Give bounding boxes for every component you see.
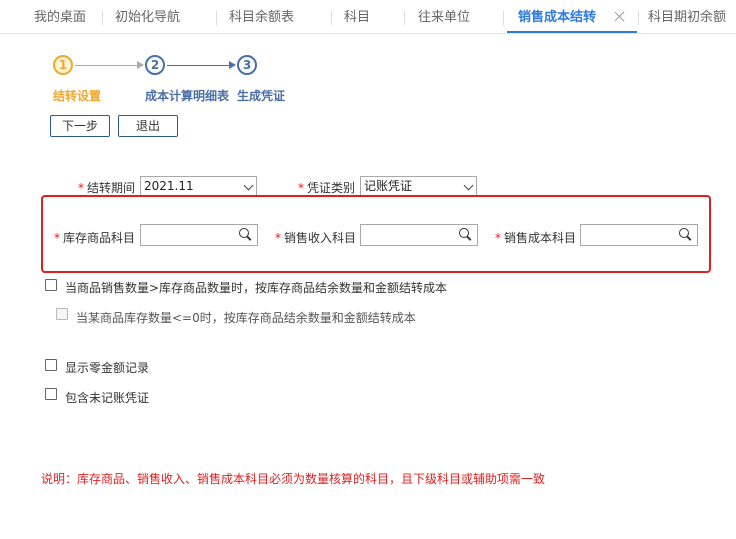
tab-account-balance[interactable]: 科目余额表 xyxy=(229,0,294,34)
sales-cost-account-input[interactable] xyxy=(580,224,698,246)
tab-sales-cost-carryover[interactable]: 销售成本结转 xyxy=(518,0,596,34)
tab-init-guide[interactable]: 初始化导航 xyxy=(115,0,180,34)
tab-divider xyxy=(102,11,103,25)
option-checkbox-oversold[interactable] xyxy=(45,279,57,291)
required-mark: * xyxy=(54,231,60,245)
step-connector xyxy=(75,65,137,66)
option-checkbox-show-zero[interactable] xyxy=(45,359,57,371)
active-tab-indicator xyxy=(507,31,637,33)
voucher-type-label-text: 凭证类别 xyxy=(307,181,356,195)
arrow-right-icon xyxy=(137,61,144,69)
period-value: 2021.11 xyxy=(144,179,194,193)
step-2-indicator: 2 xyxy=(145,55,165,75)
tab-accounts[interactable]: 科目 xyxy=(344,0,370,34)
search-icon[interactable] xyxy=(239,228,252,241)
next-step-button[interactable]: 下一步 xyxy=(50,115,110,137)
sales-income-account-input[interactable] xyxy=(360,224,478,246)
close-tab-icon[interactable] xyxy=(612,8,628,26)
option-checkbox-zero-stock[interactable] xyxy=(56,308,68,320)
tab-bar: 我的桌面 初始化导航 科目余额表 科目 往来单位 销售成本结转 科目期初余额 xyxy=(0,0,736,34)
sales-cost-account-label: * 销售成本科目 xyxy=(495,229,576,246)
step-1-indicator: 1 xyxy=(53,55,73,75)
option-label-include-unposted: 包含未记账凭证 xyxy=(65,391,150,405)
option-label-show-zero: 显示零金额记录 xyxy=(65,361,150,375)
tab-counterparties[interactable]: 往来单位 xyxy=(418,0,470,34)
required-mark: * xyxy=(495,231,501,245)
exit-button[interactable]: 退出 xyxy=(118,115,178,137)
chevron-down-icon xyxy=(243,180,254,191)
tab-divider xyxy=(404,11,405,25)
tab-my-desktop[interactable]: 我的桌面 xyxy=(34,0,86,34)
step-connector xyxy=(167,65,229,66)
tab-opening-balance[interactable]: 科目期初余额 xyxy=(648,0,726,34)
search-icon[interactable] xyxy=(679,228,692,241)
tab-divider xyxy=(503,11,504,25)
search-icon[interactable] xyxy=(459,228,472,241)
chevron-down-icon xyxy=(463,180,474,191)
tab-divider xyxy=(638,11,639,25)
required-mark: * xyxy=(78,181,84,195)
inventory-account-input[interactable] xyxy=(140,224,258,246)
tab-divider xyxy=(331,11,332,25)
voucher-type-select[interactable]: 记账凭证 xyxy=(360,176,477,196)
required-mark: * xyxy=(275,231,281,245)
period-select[interactable]: 2021.11 xyxy=(140,176,257,196)
tab-divider xyxy=(216,11,217,25)
instruction-note: 说明：库存商品、销售收入、销售成本科目必须为数量核算的科目，且下级科目或辅助项需… xyxy=(41,472,546,486)
step-2-label: 成本计算明细表 xyxy=(145,89,230,103)
option-label-zero-stock: 当某商品库存数量<=0时，按库存商品结余数量和金额结转成本 xyxy=(76,311,416,325)
option-label-oversold: 当商品销售数量>库存商品数量时，按库存商品结余数量和金额结转成本 xyxy=(65,281,448,295)
option-checkbox-include-unposted[interactable] xyxy=(45,388,57,400)
sales-cost-account-label-text: 销售成本科目 xyxy=(504,231,577,245)
voucher-type-value: 记账凭证 xyxy=(364,179,413,193)
required-mark: * xyxy=(298,181,304,195)
voucher-type-label: * 凭证类别 xyxy=(298,179,355,196)
sales-income-account-label-text: 销售收入科目 xyxy=(284,231,357,245)
step-3-label: 生成凭证 xyxy=(237,89,286,103)
sales-income-account-label: * 销售收入科目 xyxy=(275,229,356,246)
step-1-label: 结转设置 xyxy=(53,89,102,103)
inventory-account-label-text: 库存商品科目 xyxy=(63,231,136,245)
period-label: * 结转期间 xyxy=(78,179,135,196)
step-3-indicator: 3 xyxy=(237,55,257,75)
period-label-text: 结转期间 xyxy=(87,181,136,195)
arrow-right-icon xyxy=(229,61,236,69)
inventory-account-label: * 库存商品科目 xyxy=(54,229,135,246)
